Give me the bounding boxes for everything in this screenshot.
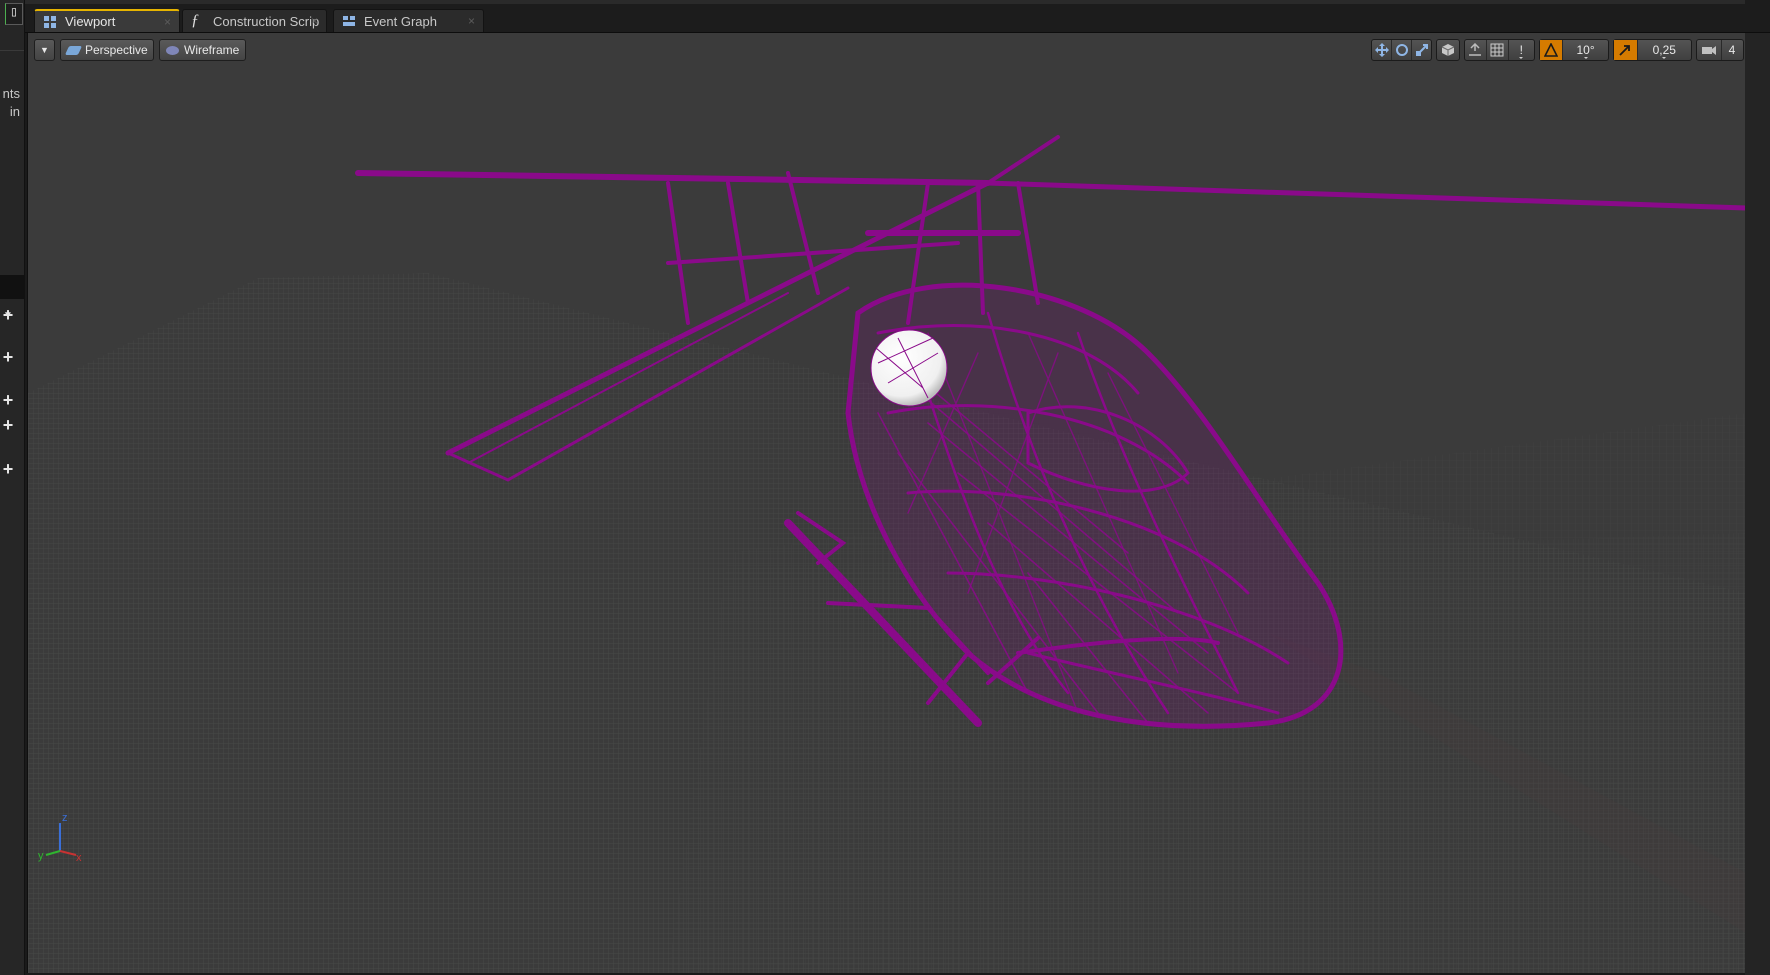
- tab-label: Event Graph: [364, 13, 437, 29]
- tab-label: Construction Scrip: [213, 13, 320, 29]
- surface-snap-icon[interactable]: [1465, 40, 1487, 60]
- perspective-label: Perspective: [85, 43, 148, 57]
- scale-snap-icon[interactable]: [1614, 40, 1638, 60]
- add-icon[interactable]: +: [1, 306, 15, 324]
- panel-text-fragment: nts: [2, 86, 20, 101]
- axis-label-x: x: [76, 852, 82, 863]
- viewport-scene: [28, 135, 1746, 973]
- tab-viewport[interactable]: Viewport ×: [34, 9, 180, 32]
- coordinate-system-button[interactable]: [1436, 39, 1460, 61]
- scale-icon[interactable]: [1412, 40, 1431, 60]
- panel-edge-icon[interactable]: ▯: [5, 3, 23, 25]
- rotation-snap-value[interactable]: 10°: [1563, 40, 1608, 60]
- panel-text-fragment: in: [9, 104, 20, 119]
- panel-separator: [0, 50, 24, 51]
- rotation-snap-icon[interactable]: [1540, 40, 1564, 60]
- add-icon[interactable]: +: [1, 348, 15, 366]
- close-icon[interactable]: ×: [468, 14, 475, 28]
- 3d-viewport[interactable]: ▼ Perspective Wireframe ! 10° 0,25 4 z y…: [27, 33, 1746, 973]
- view-mode-button[interactable]: Wireframe: [159, 39, 246, 61]
- tab-construction-script[interactable]: ƒ Construction Scrip ×: [182, 9, 327, 32]
- right-panel-edge: [1745, 33, 1770, 975]
- axis-gizmo: z y x: [38, 812, 82, 863]
- panel-header-strip: [0, 275, 24, 299]
- rotate-icon[interactable]: [1392, 40, 1412, 60]
- viewport-options-button[interactable]: ▼: [34, 39, 55, 61]
- close-icon[interactable]: ×: [311, 14, 318, 28]
- transform-tools-group: [1371, 39, 1432, 61]
- tab-label: Viewport: [65, 14, 116, 29]
- add-icon[interactable]: +: [1, 391, 15, 409]
- wireframe-label: Wireframe: [184, 43, 240, 57]
- perspective-button[interactable]: Perspective: [60, 39, 154, 61]
- editor-window: ▯ nts in ▼ + + + + + Viewport × ƒ Constr…: [0, 0, 1770, 975]
- grid-snap-value[interactable]: !: [1509, 40, 1534, 60]
- add-icon[interactable]: +: [1, 460, 15, 478]
- scale-snap-group: 0,25: [1613, 39, 1692, 61]
- tab-event-graph[interactable]: Event Graph ×: [333, 9, 484, 32]
- grid-icon[interactable]: [1487, 40, 1509, 60]
- perspective-icon: [64, 45, 83, 55]
- left-panel: ▯ nts in ▼ + + + + +: [0, 0, 25, 975]
- chevron-down-icon: ▼: [40, 45, 49, 55]
- top-strip: [25, 0, 1745, 4]
- camera-speed-button[interactable]: 4: [1696, 39, 1744, 61]
- scale-snap-value[interactable]: 0,25: [1638, 40, 1691, 60]
- translate-icon[interactable]: [1372, 40, 1392, 60]
- viewport-grid-icon: [43, 15, 57, 29]
- event-graph-icon: [342, 14, 356, 28]
- close-icon[interactable]: ×: [164, 15, 171, 29]
- wireframe-icon: [166, 45, 179, 55]
- add-icon[interactable]: +: [1, 416, 15, 434]
- axis-label-z: z: [62, 812, 68, 824]
- function-icon: ƒ: [191, 12, 199, 29]
- snap-settings-group: !: [1464, 39, 1535, 61]
- point-light-sphere[interactable]: [870, 329, 948, 407]
- axis-label-y: y: [38, 850, 44, 862]
- camera-speed-value: 4: [1728, 43, 1736, 57]
- camera-icon: [1697, 40, 1722, 60]
- cube-world-icon: [1437, 40, 1459, 60]
- rotation-snap-group: 10°: [1539, 39, 1609, 61]
